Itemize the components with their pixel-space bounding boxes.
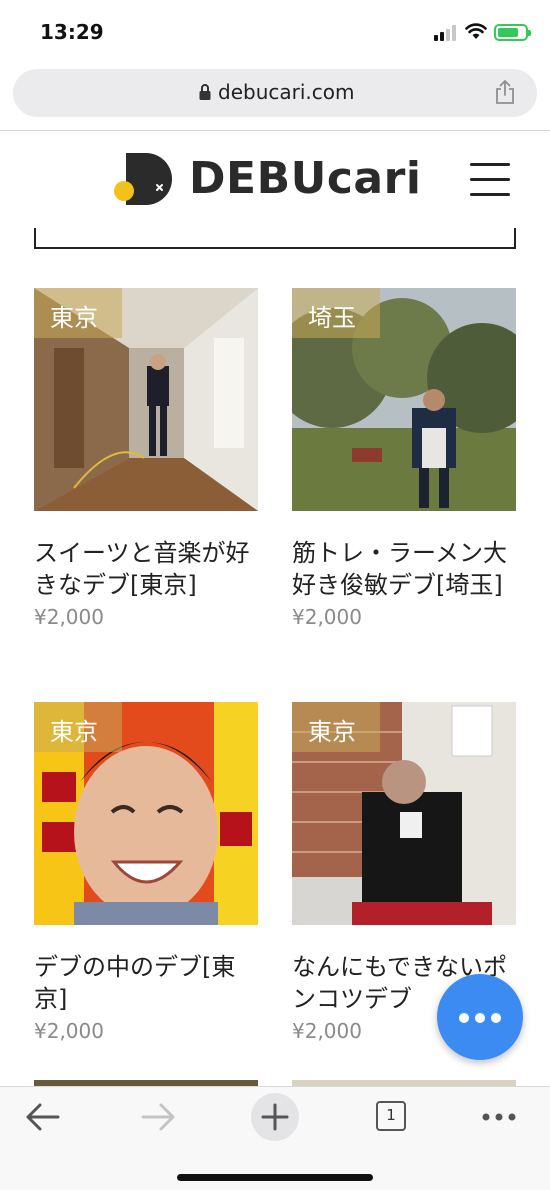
region-badge: 東京 <box>292 702 380 752</box>
region-badge: 東京 <box>34 288 122 338</box>
url-text: debucari.com <box>218 80 355 104</box>
product-price: ¥2,000 <box>34 605 104 629</box>
product-image[interactable]: 東京 <box>292 702 516 925</box>
menu-icon[interactable] <box>470 163 510 197</box>
region-badge: 埼玉 <box>292 288 380 338</box>
battery-icon <box>494 24 531 41</box>
browser-menu-icon[interactable] <box>474 1097 524 1137</box>
product-image[interactable]: 東京 <box>34 288 258 511</box>
product-price: ¥2,000 <box>34 1019 104 1043</box>
logo-icon[interactable] <box>112 149 176 209</box>
forward-icon[interactable] <box>133 1097 183 1137</box>
address-bar[interactable]: debucari.com <box>13 69 537 117</box>
cellular-signal-icon <box>434 25 458 41</box>
site-header: DEBUcari <box>0 131 550 231</box>
status-time: 13:29 <box>40 20 104 44</box>
product-title[interactable]: スイーツと音楽が好きなデブ[東京] <box>34 537 258 601</box>
product-card[interactable]: 東京 スイーツと音楽が好きなデブ[東京] ¥2,000 <box>34 288 258 629</box>
region-badge: 東京 <box>34 702 122 752</box>
product-card[interactable]: 埼玉 筋トレ・ラーメン大好き俊敏デブ[埼玉] ¥2,000 <box>292 288 516 629</box>
wifi-icon <box>465 23 487 39</box>
logo-text[interactable]: DEBUcari <box>189 153 421 204</box>
product-title[interactable]: デブの中のデブ[東京] <box>34 951 258 1015</box>
product-image[interactable]: 埼玉 <box>292 288 516 511</box>
lock-icon <box>199 84 211 100</box>
more-button[interactable] <box>437 974 523 1060</box>
product-price: ¥2,000 <box>292 605 362 629</box>
status-bar: 13:29 <box>0 0 550 62</box>
product-card[interactable]: 東京 デブの中のデブ[東京] ¥2,000 <box>34 702 258 1043</box>
product-title[interactable]: 筋トレ・ラーメン大好き俊敏デブ[埼玉] <box>292 537 516 601</box>
tabs-icon[interactable]: 1 <box>366 1097 416 1137</box>
home-indicator <box>177 1174 373 1181</box>
product-image[interactable]: 東京 <box>34 702 258 925</box>
new-tab-icon[interactable] <box>249 1091 301 1143</box>
share-icon[interactable] <box>495 80 515 104</box>
search-box[interactable] <box>34 228 516 249</box>
back-icon[interactable] <box>18 1097 68 1137</box>
tab-count: 1 <box>376 1101 406 1131</box>
